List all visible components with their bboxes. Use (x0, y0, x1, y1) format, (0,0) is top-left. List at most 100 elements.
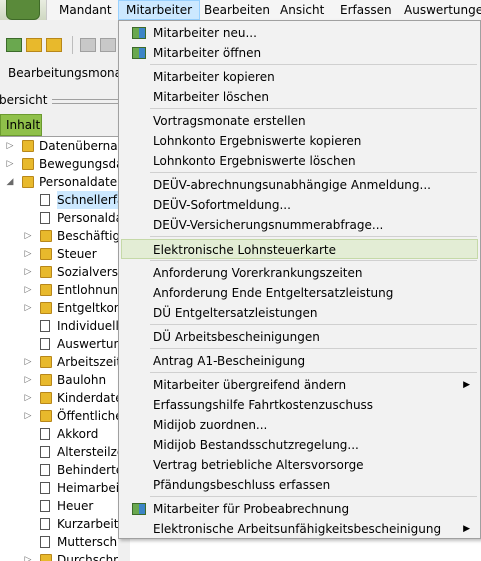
menu-item[interactable]: Midijob Bestandsschutzregelung... (121, 435, 478, 455)
menu-item-label: Anforderung Ende Entgeltersatzleistung (153, 286, 394, 300)
tree-node[interactable]: Heuer (0, 497, 118, 515)
tree-node[interactable]: ▷ Datenübernahr (0, 137, 118, 155)
document-icon (40, 482, 50, 494)
new-icon[interactable] (6, 38, 22, 52)
tree-node[interactable]: ▷ Sozialversic (0, 263, 118, 281)
folder-icon (22, 158, 34, 170)
menu-item[interactable]: DÜ Arbeitsbescheinigungen (121, 327, 478, 347)
expand-arrow-icon[interactable]: ▷ (24, 281, 32, 299)
menu-item[interactable]: Elektronische Lohnsteuerkarte (121, 239, 478, 259)
menu-item[interactable]: Midijob zuordnen... (121, 415, 478, 435)
document-icon (40, 536, 50, 548)
expand-arrow-icon[interactable]: ▷ (24, 245, 32, 263)
folder-icon (22, 176, 34, 188)
tree-node[interactable]: ▷ Baulohn (0, 371, 118, 389)
menu-item[interactable]: Pfändungsbeschluss erfassen (121, 475, 478, 495)
menu-separator (150, 496, 477, 497)
tree-node[interactable]: ▷ Durchschnittsspeicher (0, 551, 118, 561)
menu-item-label: DEÜV-Versicherungsnummerabfrage... (153, 218, 384, 232)
menu-item[interactable]: Vertrag betriebliche Altersvorsorge (121, 455, 478, 475)
menu-item[interactable]: Mitarbeiter neu... (121, 23, 478, 43)
tree-node[interactable]: Schnellerfa (0, 191, 118, 209)
menu-item[interactable]: Anforderung Ende Entgeltersatzleistung (121, 283, 478, 303)
open-folder-icon[interactable] (26, 38, 42, 52)
tree-node[interactable]: Personaldat (0, 209, 118, 227)
tree-node[interactable]: Heimarbeit (0, 479, 118, 497)
expand-arrow-icon[interactable]: ▷ (24, 407, 32, 425)
tree-node[interactable]: ▷ Öffentliche (0, 407, 118, 425)
menu-item[interactable]: Mitarbeiter für Probeabrechnung (121, 499, 478, 519)
tree-node[interactable]: Individuelle (0, 317, 118, 335)
print-icon[interactable] (100, 38, 116, 52)
tree-node[interactable]: ▷ Steuer (0, 245, 118, 263)
submenu-arrow-icon: ▶ (463, 380, 470, 390)
menu-item[interactable]: Elektronische Arbeitsunfähigkeitsbeschei… (121, 519, 478, 539)
menu-item[interactable]: Lohnkonto Ergebniswerte kopieren (121, 131, 478, 151)
menu-bearbeiten[interactable]: Bearbeiten (197, 0, 277, 20)
menu-item[interactable]: DEÜV-abrechnungsunabhängige Anmeldung... (121, 175, 478, 195)
menu-item[interactable]: Mitarbeiter kopieren (121, 67, 478, 87)
expand-arrow-icon[interactable]: ▷ (24, 227, 32, 245)
menu-item[interactable]: Mitarbeiter löschen (121, 87, 478, 107)
menu-item-label: Vortragsmonate erstellen (153, 114, 306, 128)
menu-item[interactable]: DEÜV-Versicherungsnummerabfrage... (121, 215, 478, 235)
tree-node-label: Akkord (57, 427, 99, 441)
expand-arrow-icon[interactable]: ▷ (24, 299, 32, 317)
tree-node[interactable]: Altersteilze (0, 443, 118, 461)
trial-payroll-icon (132, 503, 146, 515)
expand-arrow-icon[interactable]: ▷ (24, 371, 32, 389)
expand-arrow-icon[interactable]: ▷ (6, 137, 14, 155)
delete-folder-icon[interactable] (46, 38, 62, 52)
menu-item[interactable]: DEÜV-Sofortmeldung... (121, 195, 478, 215)
menu-item-label: Vertrag betriebliche Altersvorsorge (153, 458, 364, 472)
tree-node[interactable]: Kurzarbeit (0, 515, 118, 533)
menu-item[interactable]: Erfassungshilfe Fahrtkostenzuschuss (121, 395, 478, 415)
collapse-arrow-icon[interactable]: ◢ (6, 173, 14, 191)
expand-arrow-icon[interactable]: ▷ (24, 551, 32, 561)
menu-item-label: DEÜV-abrechnungsunabhängige Anmeldung... (153, 178, 431, 192)
menu-auswertungen[interactable]: Auswertungen (397, 0, 481, 20)
tab-inhalt[interactable]: Inhalt (0, 114, 42, 136)
menu-mandant[interactable]: Mandant (52, 0, 119, 20)
tree-node[interactable]: ▷ Arbeitszeite (0, 353, 118, 371)
folder-icon (40, 284, 52, 296)
tree-node-label: Entlohnung (57, 283, 118, 297)
menu-erfassen[interactable]: Erfassen (333, 0, 399, 20)
menu-item[interactable]: Vortragsmonate erstellen (121, 111, 478, 131)
tree-node[interactable]: ▷ Beschäftigu (0, 227, 118, 245)
tree-node[interactable]: ◢ Personaldaten (0, 173, 118, 191)
document-icon (40, 338, 50, 350)
tree-node[interactable]: Mutterschutz (0, 533, 118, 551)
expand-arrow-icon[interactable]: ▷ (24, 263, 32, 281)
menu-item[interactable]: Mitarbeiter übergreifend ändern ▶ (121, 375, 478, 395)
expand-arrow-icon[interactable]: ▷ (24, 389, 32, 407)
expand-arrow-icon[interactable]: ▷ (24, 353, 32, 371)
tree-node[interactable]: ▷ Entlohnung (0, 281, 118, 299)
expand-arrow-icon[interactable]: ▷ (6, 155, 14, 173)
tree-node[interactable]: ▷ Bewegungsdat (0, 155, 118, 173)
folder-icon (40, 554, 52, 561)
menu-item-label: Elektronische Arbeitsunfähigkeitsbeschei… (153, 522, 442, 536)
folder-icon (40, 266, 52, 278)
menu-item-label: DÜ Arbeitsbescheinigungen (153, 330, 320, 344)
tree-node[interactable]: Akkord (0, 425, 118, 443)
menu-item[interactable]: Antrag A1-Bescheinigung (121, 351, 478, 371)
tree-node[interactable]: ▷ Entgeltkom (0, 299, 118, 317)
tree-node-label: Beschäftigu (57, 229, 118, 243)
tree-node[interactable]: Auswertung (0, 335, 118, 353)
menu-item[interactable]: Anforderung Vorerkrankungszeiten (121, 263, 478, 283)
menu-item[interactable]: Mitarbeiter öffnen (121, 43, 478, 63)
folder-icon (40, 356, 52, 368)
menu-item[interactable]: DÜ Entgeltersatzleistungen (121, 303, 478, 323)
menu-item[interactable]: Lohnkonto Ergebniswerte löschen (121, 151, 478, 171)
toolbar (0, 30, 130, 60)
menu-mitarbeiter[interactable]: Mitarbeiter (118, 0, 201, 20)
menu-separator (150, 324, 477, 325)
tree-node-label: Schnellerfa (57, 191, 118, 209)
document-icon (40, 464, 50, 476)
menu-ansicht[interactable]: Ansicht (273, 0, 331, 20)
save-icon[interactable] (80, 38, 96, 52)
tree-node[interactable]: ▷ Kinderdaten (0, 389, 118, 407)
app-logo-icon[interactable] (0, 0, 47, 20)
tree-node[interactable]: Behinderte (0, 461, 118, 479)
